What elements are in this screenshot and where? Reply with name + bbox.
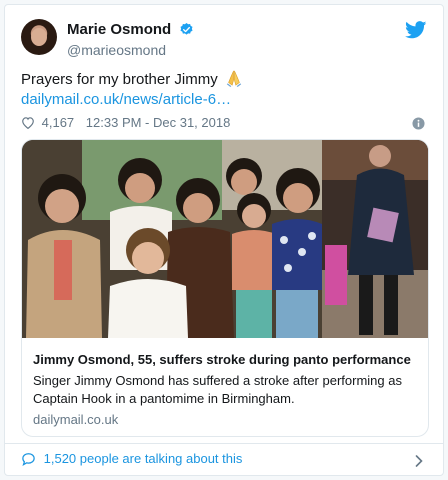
tweet-body: Prayers for my brother Jimmy (21, 71, 218, 88)
article-link[interactable]: dailymail.co.uk/news/article-6… (21, 91, 231, 108)
heart-icon[interactable] (21, 116, 35, 129)
tweet-meta: 4,167 12:33 PM - Dec 31, 2018 (21, 115, 427, 133)
twitter-bird-icon[interactable] (405, 21, 427, 39)
display-name[interactable]: Marie Osmond (67, 21, 171, 38)
link-preview-card[interactable]: Jimmy Osmond, 55, suffers stroke during … (21, 139, 429, 437)
card-description: Singer Jimmy Osmond has suffered a strok… (33, 373, 402, 406)
article-photo (22, 140, 428, 338)
tweet-text: Prayers for my brother Jimmy dailymail.c… (21, 69, 427, 110)
user-handle[interactable]: @marieosmond (67, 42, 194, 58)
avatar[interactable] (21, 19, 57, 55)
verified-badge-icon (180, 23, 193, 35)
user-block[interactable]: Marie Osmond @marieosmond (67, 21, 194, 58)
comment-icon (22, 453, 35, 466)
tweet-timestamp[interactable]: 12:33 PM - Dec 31, 2018 (86, 115, 231, 130)
conversation-footer[interactable]: 1,520 people are talking about this (21, 451, 427, 473)
like-count[interactable]: 4,167 (42, 115, 75, 130)
talking-count-text[interactable]: 1,520 people are talking about this (44, 451, 243, 466)
card-title[interactable]: Jimmy Osmond, 55, suffers stroke during … (33, 352, 418, 367)
tweet-header: Marie Osmond @marieosmond (21, 17, 427, 61)
chevron-right-icon[interactable] (415, 455, 423, 467)
embedded-tweet: Marie Osmond @marieosmond Prayers for my… (4, 4, 444, 476)
info-icon[interactable] (412, 117, 425, 130)
divider (5, 443, 443, 444)
card-domain: dailymail.co.uk (33, 412, 119, 427)
folded-hands-icon (226, 70, 242, 87)
